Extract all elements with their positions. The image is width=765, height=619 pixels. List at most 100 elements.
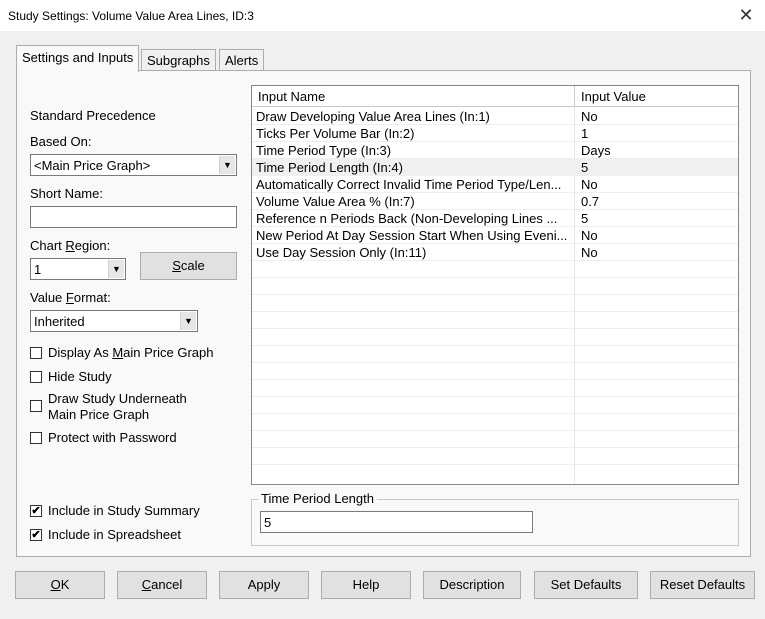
table-row-empty xyxy=(252,312,738,329)
input-name-cell: Time Period Type (In:3) xyxy=(256,143,392,158)
value-editor-label: Time Period Length xyxy=(258,491,377,506)
checkbox-box[interactable] xyxy=(30,347,42,359)
table-row[interactable]: New Period At Day Session Start When Usi… xyxy=(252,227,738,244)
input-name-cell: Time Period Length (In:4) xyxy=(256,160,403,175)
input-value-cell[interactable]: 1 xyxy=(581,126,588,141)
table-row[interactable]: Automatically Correct Invalid Time Perio… xyxy=(252,176,738,193)
table-row[interactable]: Time Period Type (In:3) Days xyxy=(252,142,738,159)
inputs-grid[interactable]: Input Name Input Value Draw Developing V… xyxy=(251,85,739,485)
check-icon[interactable]: ✔ xyxy=(30,529,42,541)
hide-study-label: Hide Study xyxy=(48,369,112,384)
table-row[interactable]: Use Day Session Only (In:11) No xyxy=(252,244,738,261)
input-name-cell: Volume Value Area % (In:7) xyxy=(256,194,415,209)
checkbox-box[interactable] xyxy=(30,400,42,412)
table-row-empty xyxy=(252,380,738,397)
input-value-cell[interactable]: No xyxy=(581,228,598,243)
value-format-select[interactable]: Inherited ▼ xyxy=(30,310,198,332)
scale-button-label: cale xyxy=(180,258,205,273)
protect-with-password-label: Protect with Password xyxy=(48,430,177,445)
cancel-button[interactable]: Cancel xyxy=(117,571,207,599)
input-value-cell[interactable]: No xyxy=(581,245,598,260)
set-defaults-button[interactable]: Set Defaults xyxy=(534,571,638,599)
short-name-input[interactable] xyxy=(30,206,237,228)
table-row-selected[interactable]: Time Period Length (In:4) 5 xyxy=(252,159,738,176)
draw-study-underneath-checkbox[interactable]: Draw Study Underneath Main Price Graph xyxy=(30,391,187,423)
value-format-label: Value Format: xyxy=(30,290,111,305)
chevron-down-icon[interactable]: ▼ xyxy=(180,312,196,330)
chart-region-select[interactable]: 1 ▼ xyxy=(30,258,126,280)
chevron-down-icon[interactable]: ▼ xyxy=(219,156,235,174)
column-divider[interactable] xyxy=(574,86,575,107)
protect-with-password-checkbox[interactable]: Protect with Password xyxy=(30,430,177,445)
tab-settings-and-inputs[interactable]: Settings and Inputs xyxy=(16,45,140,72)
tab-subgraphs[interactable]: Subgraphs xyxy=(141,49,216,71)
help-button[interactable]: Help xyxy=(321,571,411,599)
input-value-cell[interactable]: 0.7 xyxy=(581,194,599,209)
input-name-cell: New Period At Day Session Start When Usi… xyxy=(256,228,568,243)
checkbox-box[interactable] xyxy=(30,432,42,444)
based-on-value: <Main Price Graph> xyxy=(34,158,151,173)
description-button[interactable]: Description xyxy=(423,571,521,599)
input-name-cell: Draw Developing Value Area Lines (In:1) xyxy=(256,109,490,124)
draw-study-underneath-line2: Main Price Graph xyxy=(48,407,150,422)
include-in-spreadsheet-checkbox[interactable]: ✔ Include in Spreadsheet xyxy=(30,527,181,542)
scale-button-mnemonic: S xyxy=(172,258,181,273)
table-row[interactable]: Ticks Per Volume Bar (In:2) 1 xyxy=(252,125,738,142)
include-in-study-summary-checkbox[interactable]: ✔ Include in Study Summary xyxy=(30,503,200,518)
value-editor-value: 5 xyxy=(264,515,272,530)
check-icon[interactable]: ✔ xyxy=(30,505,42,517)
ok-button-mnemonic: O xyxy=(50,577,61,592)
table-row-empty xyxy=(252,295,738,312)
input-value-cell[interactable]: 5 xyxy=(581,211,588,226)
checkbox-label-mnemonic: M xyxy=(112,345,124,360)
display-as-main-price-graph-checkbox[interactable]: Display As Main Price Graph xyxy=(30,345,213,360)
draw-study-underneath-line1: Draw Study Underneath xyxy=(48,391,187,406)
input-name-cell: Use Day Session Only (In:11) xyxy=(256,245,427,260)
value-editor-group: Time Period Length 5 xyxy=(251,491,739,546)
column-header-input-name[interactable]: Input Name xyxy=(258,89,325,104)
title-bar: Study Settings: Volume Value Area Lines,… xyxy=(0,0,765,32)
input-value-cell[interactable]: No xyxy=(581,177,598,192)
close-icon[interactable]: ✕ xyxy=(735,4,757,26)
chart-region-label-mnemonic: R xyxy=(65,238,75,253)
table-row-empty xyxy=(252,431,738,448)
chart-region-label-pre: Chart xyxy=(30,238,66,253)
input-name-cell: Reference n Periods Back (Non-Developing… xyxy=(256,211,558,226)
value-format-label-pre: Value xyxy=(30,290,66,305)
value-format-label-post: ormat: xyxy=(73,290,111,305)
table-row[interactable]: Reference n Periods Back (Non-Developing… xyxy=(252,210,738,227)
table-row-empty xyxy=(252,397,738,414)
based-on-select[interactable]: <Main Price Graph> ▼ xyxy=(30,154,237,176)
draw-study-underneath-label: Draw Study Underneath Main Price Graph xyxy=(48,391,187,423)
ok-button[interactable]: OK xyxy=(15,571,105,599)
reset-defaults-button[interactable]: Reset Defaults xyxy=(650,571,755,599)
value-editor-input[interactable]: 5 xyxy=(260,511,533,533)
cancel-button-mnemonic: C xyxy=(141,577,152,592)
value-format-value: Inherited xyxy=(34,314,85,329)
table-row-empty xyxy=(252,261,738,278)
include-in-study-summary-label: Include in Study Summary xyxy=(48,503,200,518)
based-on-label: Based On: xyxy=(30,134,92,149)
chevron-down-icon[interactable]: ▼ xyxy=(108,260,124,278)
table-row-empty xyxy=(252,363,738,380)
include-in-spreadsheet-label: Include in Spreadsheet xyxy=(48,527,181,542)
input-value-cell[interactable]: 5 xyxy=(581,160,588,175)
hide-study-checkbox[interactable]: Hide Study xyxy=(30,369,112,384)
apply-button[interactable]: Apply xyxy=(219,571,309,599)
input-value-cell[interactable]: No xyxy=(581,109,598,124)
tab-alerts[interactable]: Alerts xyxy=(219,49,265,71)
column-header-input-value[interactable]: Input Value xyxy=(581,89,646,104)
standard-precedence-label: Standard Precedence xyxy=(30,108,156,123)
table-row[interactable]: Volume Value Area % (In:7) 0.7 xyxy=(252,193,738,210)
chart-region-label-post: egion: xyxy=(74,238,111,253)
checkbox-label-post: ain Price Graph xyxy=(123,345,214,360)
chart-region-value: 1 xyxy=(34,262,42,277)
table-row[interactable]: Draw Developing Value Area Lines (In:1) … xyxy=(252,108,738,125)
value-format-label-mnemonic: F xyxy=(65,290,74,305)
input-value-cell[interactable]: Days xyxy=(581,143,611,158)
cancel-button-label: ancel xyxy=(151,577,183,592)
table-row-empty xyxy=(252,448,738,465)
checkbox-box[interactable] xyxy=(30,371,42,383)
scale-button[interactable]: Scale xyxy=(140,252,237,280)
chart-region-label: Chart Region: xyxy=(30,238,110,253)
